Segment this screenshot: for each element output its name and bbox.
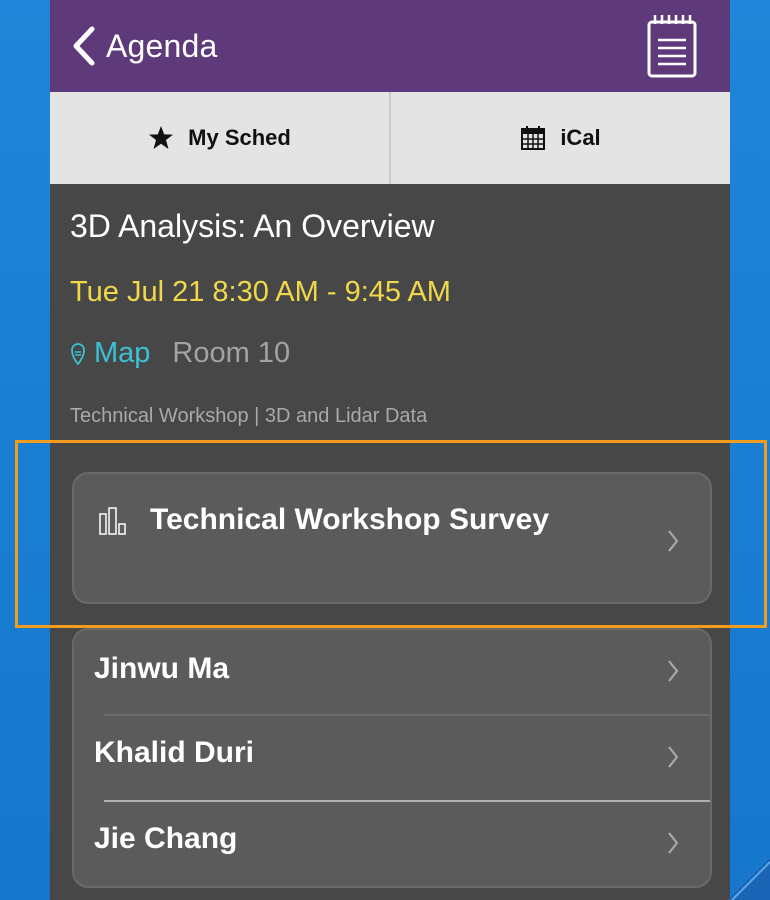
speakers-list: Jinwu Ma Khalid Duri Jie Chang xyxy=(72,628,712,888)
chevron-right-icon xyxy=(668,832,679,854)
map-pin-icon xyxy=(71,342,85,365)
session-datetime: Tue Jul 21 8:30 AM - 9:45 AM xyxy=(70,276,451,308)
ical-label: iCal xyxy=(560,125,601,150)
my-sched-label: My Sched xyxy=(188,125,291,150)
chevron-right-icon xyxy=(668,746,679,768)
speaker-name: Jie Chang xyxy=(94,822,238,855)
speaker-name: Jinwu Ma xyxy=(94,652,230,685)
session-track: Technical Workshop | 3D and Lidar Data xyxy=(70,405,428,427)
row-divider xyxy=(104,800,710,802)
speaker-row[interactable]: Jinwu Ma xyxy=(74,630,710,716)
action-toolbar: My Sched iCal xyxy=(50,92,730,184)
session-title: 3D Analysis: An Overview xyxy=(70,208,435,244)
chevron-left-icon xyxy=(73,26,95,66)
speaker-name: Khalid Duri xyxy=(94,736,255,769)
speaker-row[interactable]: Jie Chang xyxy=(74,800,710,886)
star-icon xyxy=(149,126,174,149)
session-location: Map Room 10 xyxy=(70,337,290,370)
row-divider xyxy=(104,714,710,716)
calendar-icon xyxy=(521,126,546,150)
my-sched-button[interactable]: My Sched xyxy=(50,92,389,184)
chevron-right-icon xyxy=(668,660,679,682)
back-label: Agenda xyxy=(106,27,218,64)
map-link[interactable]: Map xyxy=(70,337,150,370)
window-corner xyxy=(728,858,770,900)
speaker-row[interactable]: Khalid Duri xyxy=(74,714,710,800)
room-label: Room 10 xyxy=(172,337,291,369)
back-button[interactable]: Agenda xyxy=(68,22,218,70)
highlight-box xyxy=(15,440,767,628)
notepad-icon[interactable] xyxy=(640,10,704,80)
map-label: Map xyxy=(94,337,151,369)
ical-button[interactable]: iCal xyxy=(391,92,730,184)
nav-bar: Agenda xyxy=(50,0,730,92)
